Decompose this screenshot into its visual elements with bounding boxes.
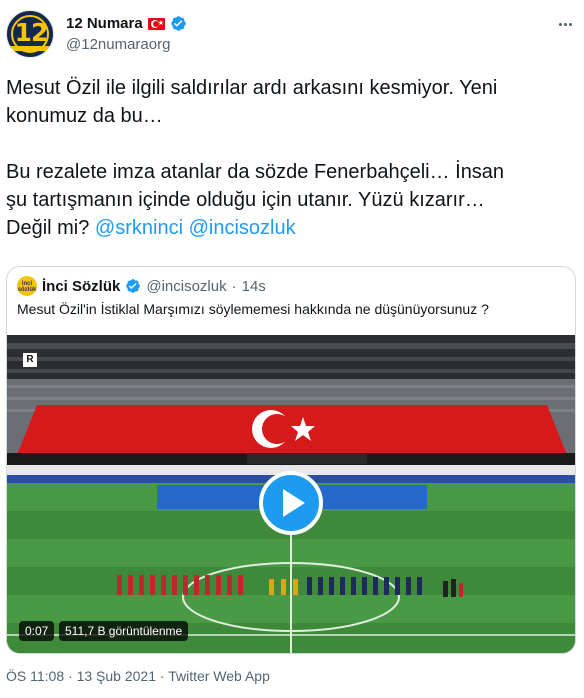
quoted-avatar-logo-text: inci sözlük xyxy=(17,281,37,293)
more-options-icon[interactable] xyxy=(554,16,576,32)
quoted-author-handle: @incisozluk xyxy=(146,277,227,295)
author-avatar[interactable]: 12 xyxy=(6,10,54,58)
author-name-row: 12 Numara ★ xyxy=(66,15,187,32)
meta-separator: · xyxy=(68,668,73,684)
quoted-tweet-text: Mesut Özil'in İstiklal Marşımızı söyleme… xyxy=(17,301,489,317)
author-handle[interactable]: @12numaraorg xyxy=(66,36,170,53)
turkey-flag-icon: ★ xyxy=(147,17,165,30)
tweet-time[interactable]: ÖS 11:08 xyxy=(6,668,64,684)
quoted-author-avatar[interactable]: inci sözlük xyxy=(17,276,37,296)
tweet-paragraph-1: Mesut Özil ile ilgili saldırılar ardı ar… xyxy=(6,77,498,127)
tweet-source[interactable]: Twitter Web App xyxy=(168,668,270,684)
tweet-date[interactable]: 13 Şub 2021 xyxy=(77,668,156,684)
video-view-count: 511,7 B görüntülenme xyxy=(59,621,189,641)
video-player[interactable]: R 0:07 511,7 B görüntülenme xyxy=(7,335,575,653)
mention-link[interactable]: @incisozluk xyxy=(189,217,296,239)
quoted-tweet-card[interactable]: inci sözlük İnci Sözlük @incisozluk · 14… xyxy=(6,266,576,654)
meta-separator: · xyxy=(159,668,165,684)
quoted-author-name[interactable]: İnci Sözlük xyxy=(42,278,120,295)
tweet-paragraph-2: Bu rezalete imza atanlar da sözde Fenerb… xyxy=(6,158,576,242)
rating-badge: R xyxy=(23,353,37,367)
avatar-strip xyxy=(7,46,53,51)
mention-link[interactable]: @srkninci xyxy=(95,217,183,239)
author-display-name[interactable]: 12 Numara xyxy=(66,15,143,32)
quoted-tweet-header: inci sözlük İnci Sözlük @incisozluk · 14… xyxy=(17,276,266,296)
quoted-separator: · xyxy=(231,277,237,295)
tweet-header: 12 12 Numara ★ @12numaraorg xyxy=(6,10,578,60)
quoted-tweet-age[interactable]: 14s xyxy=(242,278,266,295)
verified-badge-icon xyxy=(170,16,186,31)
tweet-metadata: ÖS 11:08 · 13 Şub 2021 · Twitter Web App xyxy=(6,668,270,684)
play-icon[interactable] xyxy=(259,471,323,535)
video-duration: 0:07 xyxy=(19,621,55,641)
tweet-text: Mesut Özil ile ilgili saldırılar ardı ar… xyxy=(6,74,576,242)
avatar-logo-text: 12 xyxy=(14,18,49,47)
verified-badge-icon xyxy=(126,279,141,293)
